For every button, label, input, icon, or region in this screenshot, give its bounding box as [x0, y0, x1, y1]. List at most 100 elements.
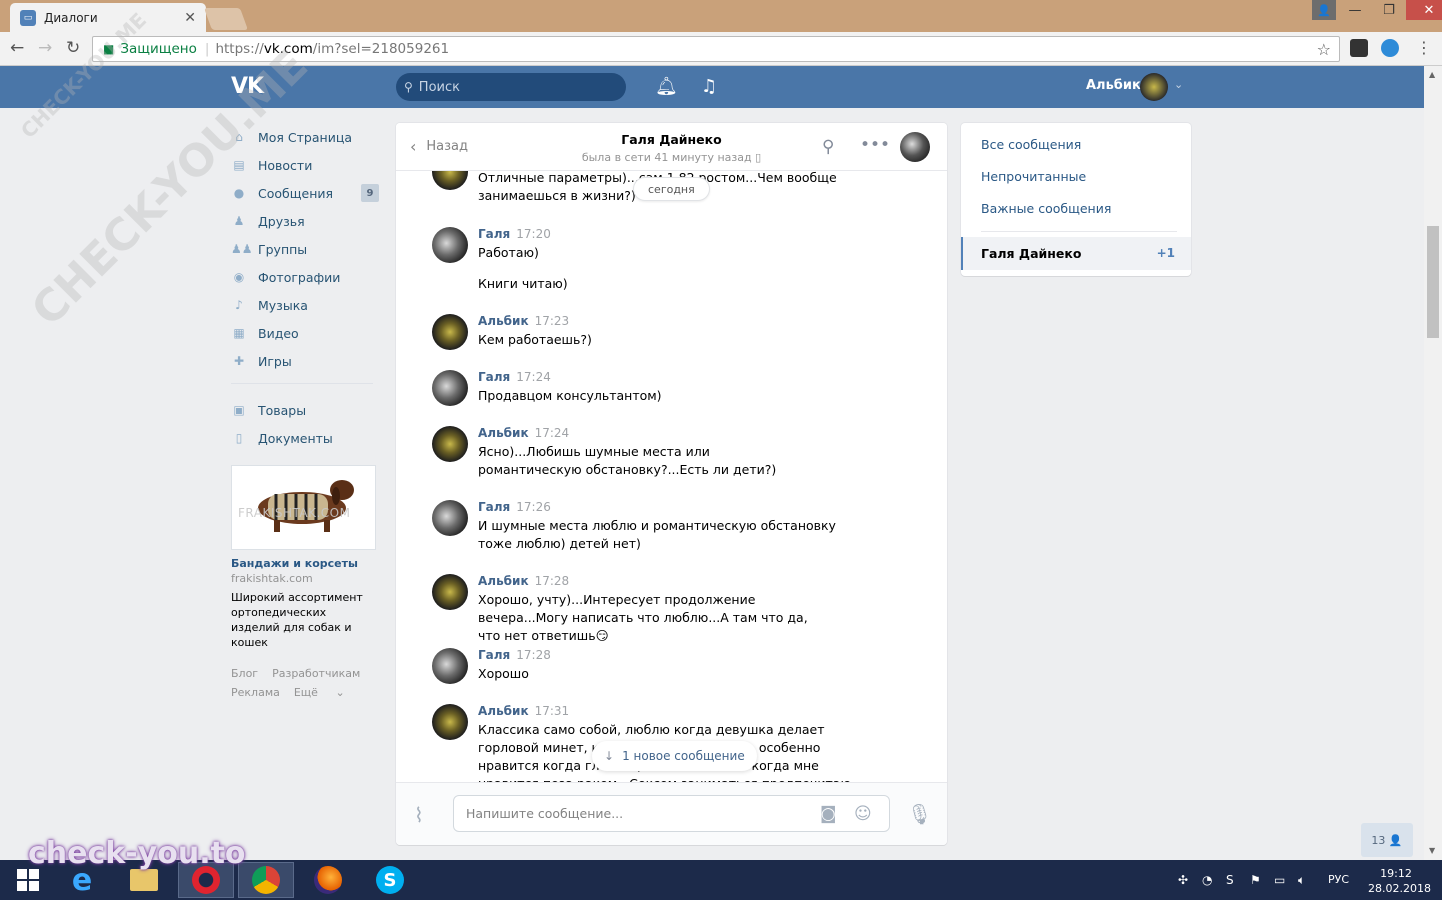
avatar[interactable]: [432, 426, 468, 462]
tray-volume-icon[interactable]: 🔈︎: [1298, 873, 1305, 888]
ad-image[interactable]: FRAKISHTAK.COM: [231, 465, 376, 550]
taskbar-chrome[interactable]: [238, 862, 294, 898]
new-message-button[interactable]: ↓ 1 новое сообщение: [592, 741, 757, 771]
paperclip-icon[interactable]: ⌇: [414, 803, 424, 827]
sidebar-item-news[interactable]: ▤ Новости: [231, 151, 379, 179]
chrome-icon: [252, 866, 280, 894]
back-arrow-icon[interactable]: ←: [10, 38, 24, 58]
message-author[interactable]: Галя: [478, 648, 510, 662]
tray-network-icon[interactable]: ✣: [1178, 873, 1188, 887]
minimize-icon[interactable]: —: [1338, 0, 1372, 20]
video-icon: ▦: [233, 326, 245, 340]
header-user-name[interactable]: Альбик: [1086, 78, 1141, 93]
tray-flag-icon[interactable]: ⚑: [1250, 873, 1261, 887]
person-icon: 👤: [1388, 833, 1403, 847]
tray-app-icon[interactable]: ◔: [1202, 873, 1212, 887]
sidebar-item-goods[interactable]: ▣ Товары: [231, 396, 379, 424]
sidebar-item-groups[interactable]: ♟♟ Группы: [231, 235, 379, 263]
dialog-header: ‹ Назад Галя Дайнеко была в сети 41 мину…: [396, 123, 947, 171]
address-bar[interactable]: ■ Защищено | https:// vk.com /im?sel=218…: [92, 36, 1340, 62]
profile-icon[interactable]: 👤: [1312, 0, 1336, 20]
online-friends-button[interactable]: 13 👤: [1361, 823, 1413, 857]
search-input[interactable]: ⚲ Поиск: [396, 73, 626, 101]
extension-icon[interactable]: [1350, 39, 1368, 57]
restore-icon[interactable]: ❐: [1372, 0, 1406, 20]
sidebar-item-music[interactable]: ♪ Музыка: [231, 291, 379, 319]
lock-icon: ■: [103, 42, 115, 56]
sidebar-item-friends[interactable]: ♟ Друзья: [231, 207, 379, 235]
microphone-icon[interactable]: 🎙︎: [907, 802, 932, 826]
close-window-icon[interactable]: ✕: [1406, 0, 1442, 20]
tray-language[interactable]: РУС: [1328, 873, 1349, 886]
ad-title[interactable]: Бандажи и корсеты: [231, 557, 376, 570]
scroll-thumb[interactable]: [1427, 226, 1439, 338]
active-dialog-item[interactable]: Галя Дайнеко +1: [961, 237, 1191, 270]
more-icon[interactable]: •••: [860, 135, 890, 155]
music-icon: ♪: [235, 298, 243, 312]
tray-skype-icon[interactable]: S: [1226, 873, 1234, 887]
mobile-icon: ▯: [755, 151, 762, 164]
scroll-up-icon[interactable]: ▲: [1429, 70, 1435, 79]
sidebar-item-my-page[interactable]: ⌂ Моя Страница: [231, 123, 379, 151]
avatar[interactable]: [432, 314, 468, 350]
forward-arrow-icon[interactable]: →: [38, 38, 52, 58]
avatar[interactable]: [1140, 73, 1168, 101]
message-author[interactable]: Альбик: [478, 704, 529, 718]
new-tab-button[interactable]: [203, 8, 249, 30]
footer-blog-link[interactable]: Блог: [231, 667, 258, 680]
new-message-label: 1 новое сообщение: [622, 749, 745, 763]
games-icon: ✚: [233, 354, 245, 368]
reload-icon[interactable]: ↻: [66, 38, 80, 58]
bookmark-star-icon[interactable]: ☆: [1317, 40, 1331, 59]
sidebar-item-documents[interactable]: ▯ Документы: [231, 424, 379, 452]
shield-extension-icon[interactable]: [1381, 39, 1399, 57]
footer-more-link[interactable]: Ещё ⌄: [294, 686, 359, 699]
smile-icon[interactable]: ☺: [854, 804, 872, 824]
bell-icon[interactable]: 🔔︎: [655, 76, 678, 97]
footer-ads-link[interactable]: Реклама: [231, 686, 280, 699]
tray-display-icon[interactable]: ▭: [1274, 873, 1285, 887]
avatar[interactable]: [432, 648, 468, 684]
ad-block[interactable]: FRAKISHTAK.COM Бандажи и корсеты frakish…: [231, 465, 376, 650]
scroll-down-icon[interactable]: ▼: [1429, 846, 1435, 855]
music-note-icon[interactable]: ♫: [701, 76, 717, 97]
message-author[interactable]: Галя: [478, 500, 510, 514]
vk-logo-icon[interactable]: VK: [231, 74, 264, 99]
avatar[interactable]: [432, 171, 468, 190]
avatar[interactable]: [432, 704, 468, 740]
filter-important[interactable]: Важные сообщения: [981, 201, 1111, 216]
sidebar-item-games[interactable]: ✚ Игры: [231, 347, 379, 375]
browser-menu-icon[interactable]: ⋮: [1416, 38, 1432, 57]
sidebar-item-video[interactable]: ▦ Видео: [231, 319, 379, 347]
message-list: сегодня Отличные параметры)...сам 1.82 р…: [396, 171, 947, 782]
tab-close-icon[interactable]: ✕: [184, 10, 196, 26]
avatar[interactable]: [432, 574, 468, 610]
avatar[interactable]: [432, 370, 468, 406]
peer-avatar[interactable]: [900, 132, 930, 162]
message-input[interactable]: Напишите сообщение... ◙ ☺: [453, 795, 890, 832]
page-scrollbar[interactable]: ▲ ▼: [1424, 66, 1442, 860]
message-author[interactable]: Альбик: [478, 426, 529, 440]
ad-domain[interactable]: frakishtak.com: [231, 572, 376, 585]
message-author[interactable]: Галя: [478, 227, 510, 241]
browser-toolbar: ← → ↻ ■ Защищено | https:// vk.com /im?s…: [0, 32, 1442, 66]
tray-clock[interactable]: 19:12 28.02.2018: [1368, 866, 1431, 896]
taskbar-skype[interactable]: S: [362, 862, 418, 898]
avatar[interactable]: [432, 227, 468, 263]
footer-developers-link[interactable]: Разработчикам: [272, 667, 360, 680]
message-author[interactable]: Альбик: [478, 574, 529, 588]
chevron-down-icon[interactable]: ⌄: [1174, 78, 1183, 91]
camera-icon[interactable]: ◙: [820, 804, 837, 824]
search-icon[interactable]: ⚲: [822, 137, 834, 157]
message-author[interactable]: Галя: [478, 370, 510, 384]
filter-unread[interactable]: Непрочитанные: [981, 169, 1086, 184]
sidebar-item-label: Моя Страница: [258, 129, 352, 145]
avatar[interactable]: [432, 500, 468, 536]
message-author[interactable]: Альбик: [478, 314, 529, 328]
filter-all-messages[interactable]: Все сообщения: [981, 137, 1081, 152]
browser-tab[interactable]: ▭ Диалоги ✕: [10, 3, 206, 32]
taskbar-firefox[interactable]: [300, 862, 356, 898]
brand-watermark: check-you.to: [28, 836, 246, 871]
sidebar-item-photos[interactable]: ◉ Фотографии: [231, 263, 379, 291]
sidebar-item-messages[interactable]: ● Сообщения 9: [231, 179, 379, 207]
